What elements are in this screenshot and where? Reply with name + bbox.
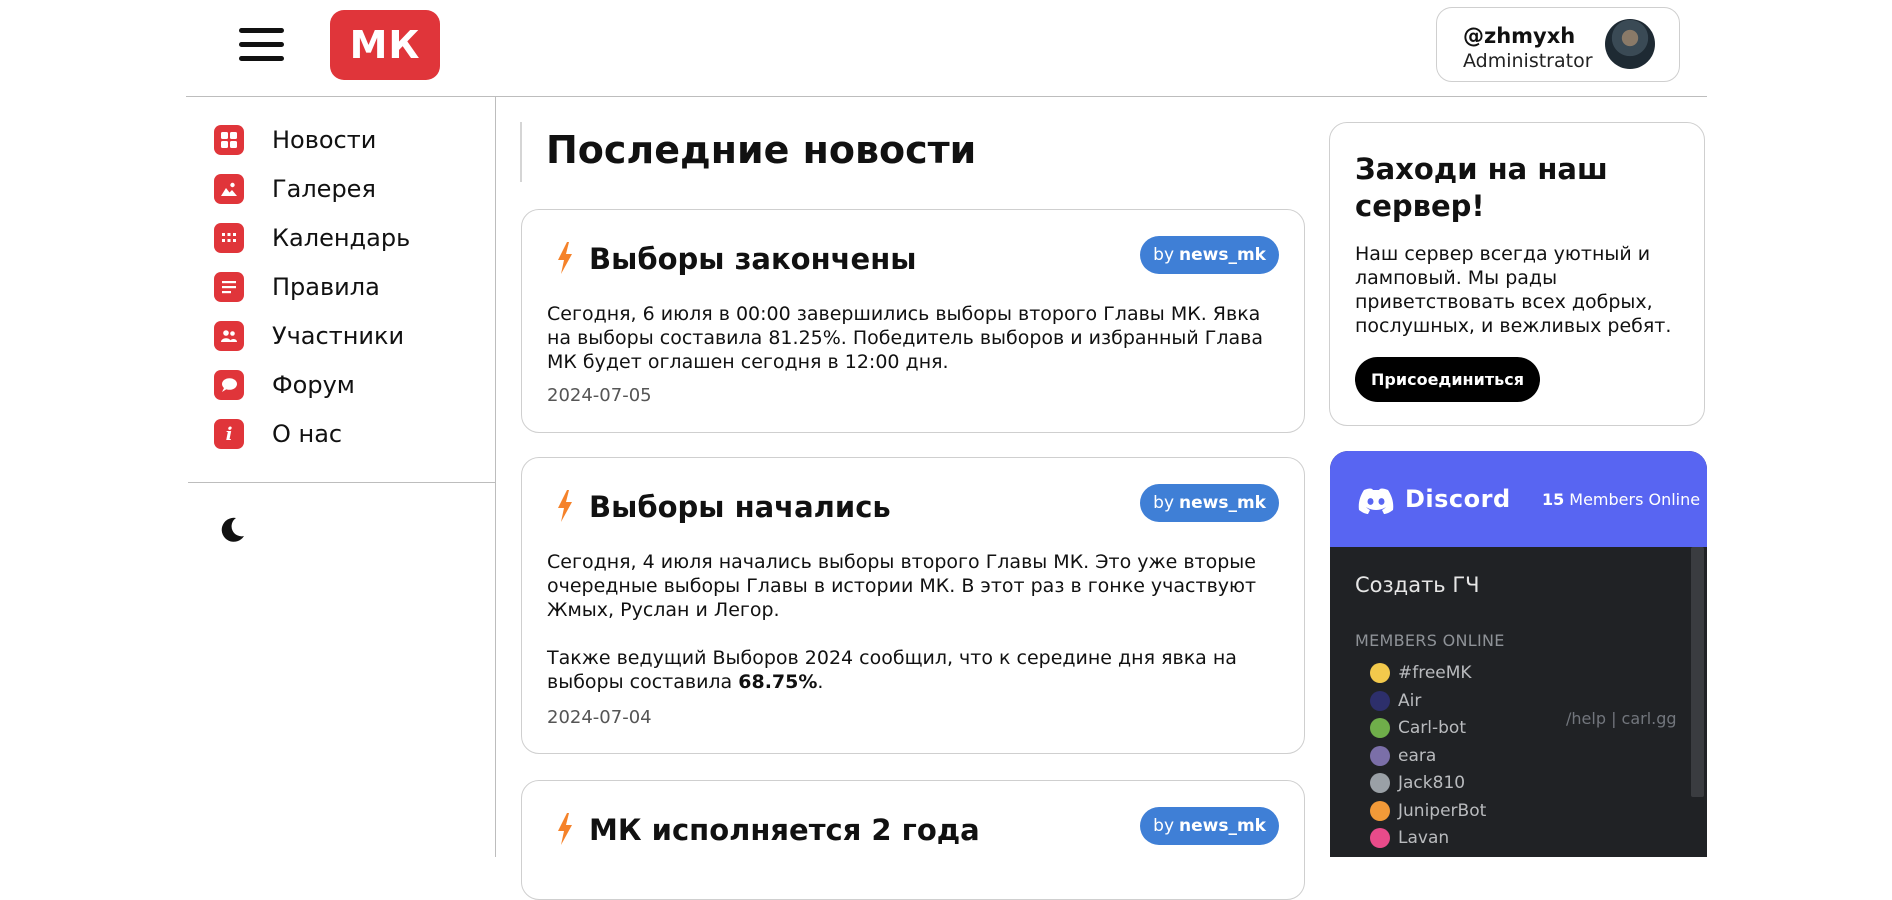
online-count: 15 Members Online	[1542, 490, 1700, 509]
author-badge[interactable]: by news_mk	[1140, 236, 1279, 274]
promo-text: Наш сервер всегда уютный и ламповый. Мы …	[1355, 243, 1672, 337]
news-card: Выборы начались by news_mk Сегодня, 4 июл…	[521, 457, 1305, 754]
avatar	[1370, 773, 1390, 793]
avatar	[1370, 828, 1390, 848]
calendar-icon	[214, 223, 244, 253]
news-title: Выборы начались	[589, 490, 891, 524]
avatar[interactable]	[1605, 19, 1655, 69]
news-body: Сегодня, 6 июля в 00:00 завершились выбо…	[547, 302, 1287, 374]
grid-icon	[214, 125, 244, 155]
author-name: news_mk	[1179, 245, 1266, 265]
promo-title: Заходи на наш сервер!	[1355, 152, 1608, 223]
news-date: 2024-07-05	[547, 385, 652, 406]
avatar	[1370, 718, 1390, 738]
news-text: Также ведущий Выборов 2024 сообщил, что …	[547, 647, 1237, 693]
by-label: by	[1153, 245, 1175, 265]
member-name: JuniperBot	[1398, 801, 1487, 821]
member-activity: /help | carl.gg	[1566, 709, 1677, 728]
sidebar-item-label: Участники	[272, 322, 405, 350]
member-item[interactable]: Air	[1370, 690, 1421, 712]
info-icon: i	[214, 419, 244, 449]
discord-channel[interactable]: Создать ГЧ	[1355, 573, 1480, 597]
members-section-title: MEMBERS ONLINE	[1355, 631, 1505, 650]
lightning-icon	[558, 490, 572, 522]
news-body: Сегодня, 4 июля начались выборы второго …	[547, 550, 1287, 694]
member-name: eara	[1398, 746, 1437, 766]
user-profile-card[interactable]: @zhmyxh Administrator	[1436, 7, 1680, 82]
member-name: Air	[1398, 691, 1422, 711]
sidebar-item-rules[interactable]: Правила	[214, 269, 474, 305]
avatar	[1370, 663, 1390, 683]
member-item[interactable]: Jack810	[1370, 772, 1465, 794]
document-icon	[214, 272, 244, 302]
by-label: by	[1153, 816, 1175, 836]
username: @zhmyxh	[1463, 24, 1576, 48]
author-name: news_mk	[1179, 816, 1266, 836]
online-label: Members Online	[1569, 490, 1701, 509]
news-paragraph: Сегодня, 6 июля в 00:00 завершились выбо…	[547, 303, 1263, 373]
by-label: by	[1153, 493, 1175, 513]
header-divider	[186, 96, 1707, 97]
sidebar-bottom-divider	[188, 482, 495, 483]
sidebar-item-label: Календарь	[272, 224, 411, 252]
member-name: Carl-bot	[1398, 718, 1466, 738]
author-badge[interactable]: by news_mk	[1140, 484, 1279, 522]
member-item[interactable]: eara	[1370, 745, 1436, 767]
news-highlight: 68.75%	[738, 671, 818, 693]
member-item[interactable]: #freeMK	[1370, 662, 1472, 684]
discord-logo-icon	[1358, 488, 1394, 514]
user-role: Administrator	[1463, 50, 1593, 72]
avatar	[1370, 801, 1390, 821]
sidebar-divider	[495, 97, 496, 857]
author-badge[interactable]: by news_mk	[1140, 807, 1279, 845]
avatar	[1370, 691, 1390, 711]
member-item[interactable]: JuniperBot	[1370, 800, 1486, 822]
sidebar-item-label: Галерея	[272, 175, 376, 203]
member-name: Lavan	[1398, 828, 1450, 848]
lightning-icon	[558, 813, 572, 845]
news-card: Выборы закончены by news_mk Сегодня, 6 ию…	[521, 209, 1305, 433]
member-name: #freeMK	[1398, 663, 1472, 683]
news-paragraph: Сегодня, 4 июля начались выборы второго …	[547, 551, 1257, 621]
image-icon	[214, 174, 244, 204]
sidebar-item-label: Правила	[272, 273, 380, 301]
member-item[interactable]: Lavan	[1370, 827, 1449, 849]
scrollbar[interactable]	[1691, 547, 1704, 797]
author-name: news_mk	[1179, 493, 1266, 513]
moon-icon[interactable]	[217, 515, 247, 545]
sidebar-item-news[interactable]: Новости	[214, 122, 474, 158]
discord-header: Discord 15 Members Online	[1330, 451, 1707, 547]
member-name: Jack810	[1398, 773, 1466, 793]
online-number: 15	[1542, 490, 1565, 509]
discord-brand: Discord	[1405, 485, 1511, 513]
sidebar-item-about[interactable]: i О нас	[214, 416, 474, 452]
title-accent-bar	[520, 122, 522, 182]
avatar	[1370, 746, 1390, 766]
sidebar-item-label: Форум	[272, 371, 355, 399]
news-date: 2024-07-04	[547, 707, 652, 728]
chat-bubble-icon	[214, 370, 244, 400]
lightning-icon	[558, 242, 572, 274]
news-title: Выборы закончены	[589, 242, 917, 276]
news-title: МК исполняется 2 года	[589, 813, 980, 847]
join-button[interactable]: Присоединиться	[1355, 357, 1540, 402]
news-text: .	[817, 671, 824, 693]
member-item[interactable]: Carl-bot	[1370, 717, 1466, 739]
sidebar-item-label: О нас	[272, 420, 343, 448]
sidebar-item-members[interactable]: Участники	[214, 318, 474, 354]
page-title: Последние новости	[546, 128, 977, 172]
sidebar-item-gallery[interactable]: Галерея	[214, 171, 474, 207]
sidebar-item-forum[interactable]: Форум	[214, 367, 474, 403]
site-logo[interactable]: МК	[330, 10, 440, 80]
sidebar-item-calendar[interactable]: Календарь	[214, 220, 474, 256]
menu-icon[interactable]	[239, 28, 284, 62]
discord-widget: Discord 15 Members Online Создать ГЧ MEMB…	[1330, 451, 1707, 857]
news-card: МК исполняется 2 года by news_mk	[521, 780, 1305, 900]
news-paragraph: Также ведущий Выборов 2024 сообщил, что …	[547, 646, 1287, 694]
server-promo-card: Заходи на наш сервер! Наш сервер всегда …	[1329, 122, 1705, 426]
users-icon	[214, 321, 244, 351]
sidebar-item-label: Новости	[272, 126, 377, 154]
